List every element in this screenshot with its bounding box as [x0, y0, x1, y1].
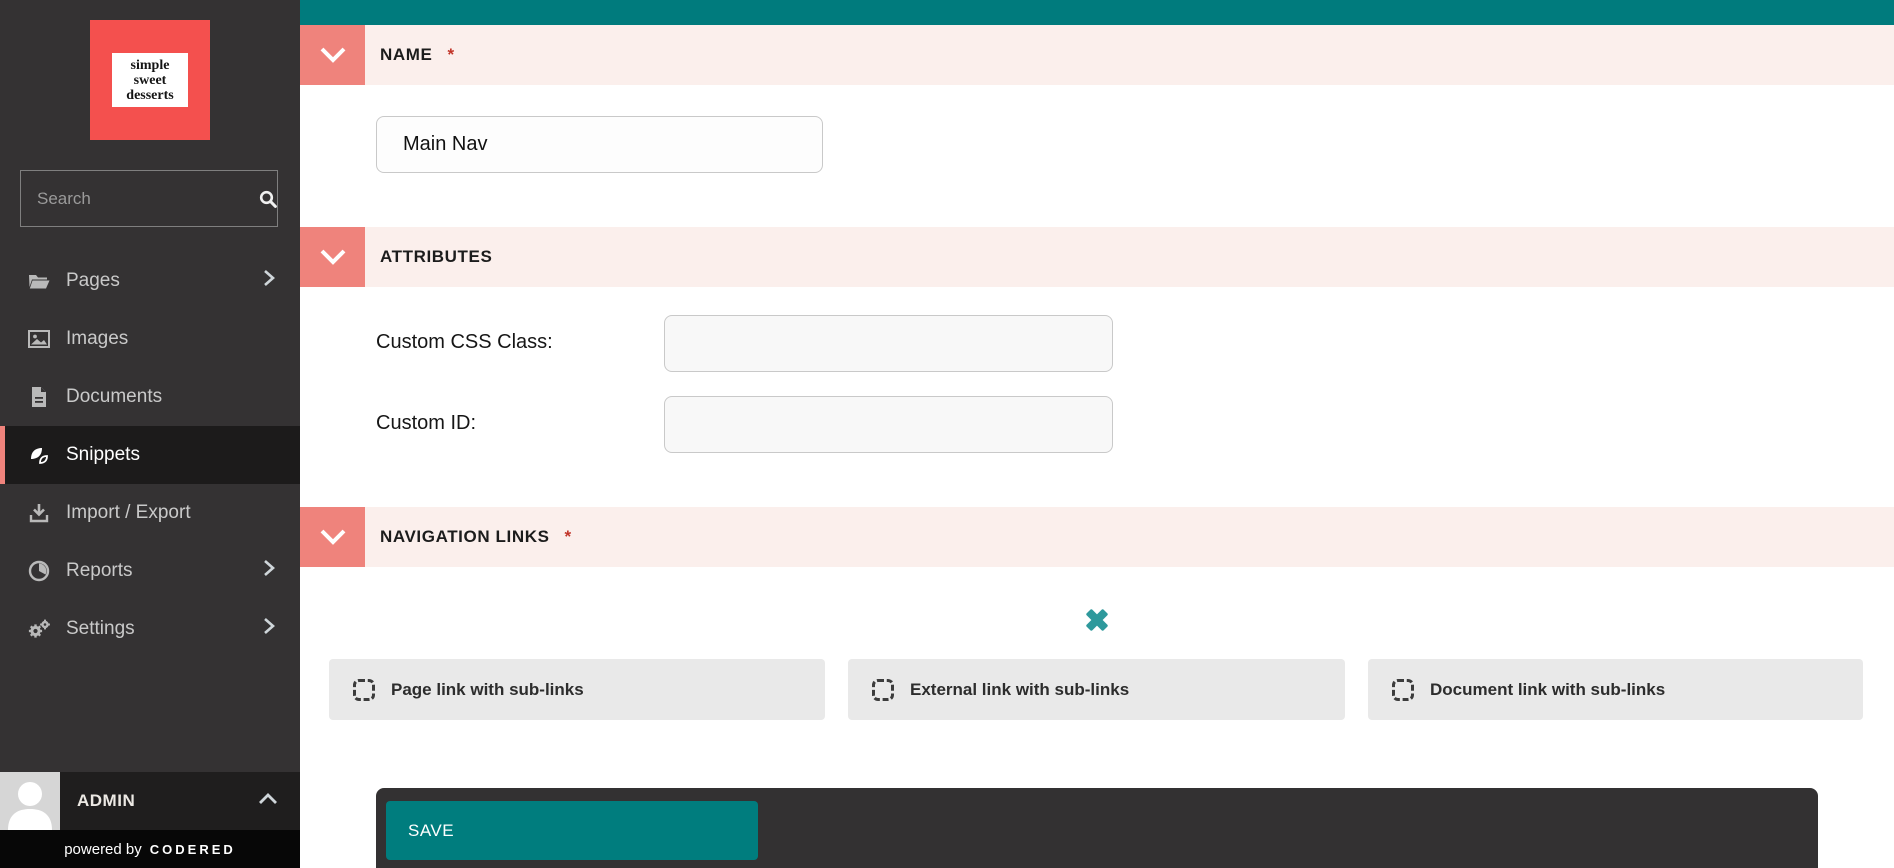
delete-block-x-icon[interactable]	[1084, 607, 1110, 633]
custom-id-label: Custom ID:	[376, 412, 477, 434]
powered-by-text: powered by	[64, 840, 142, 858]
page-header-bar	[300, 0, 1894, 25]
add-document-link-button[interactable]: Document link with sub-links	[1368, 659, 1863, 720]
avatar	[0, 772, 60, 830]
codered-brand-logo: CodeRed	[149, 841, 236, 857]
logo-line: sweet	[133, 72, 167, 88]
collapse-toggle-button[interactable]	[300, 25, 365, 85]
app-window: simple sweet desserts Search Pages Image…	[0, 0, 1894, 868]
chevron-down-icon	[320, 529, 345, 545]
add-block-label: External link with sub-links	[910, 679, 1130, 699]
required-asterisk: *	[564, 527, 572, 546]
chevron-up-icon	[258, 792, 278, 810]
settings-gears-icon	[26, 618, 52, 640]
sidebar-item-reports[interactable]: Reports	[0, 542, 300, 600]
collapse-toggle-button[interactable]	[300, 507, 365, 567]
save-button[interactable]: SAVE	[386, 801, 758, 860]
image-icon	[26, 328, 52, 350]
section-header-name: NAME *	[300, 25, 1894, 85]
form-actions-bar: SAVE	[376, 788, 1818, 868]
add-external-link-button[interactable]: External link with sub-links	[848, 659, 1345, 720]
download-icon	[26, 502, 52, 524]
logo-line: simple	[130, 57, 170, 73]
chevron-down-icon	[320, 249, 345, 265]
sidebar-item-label: Documents	[66, 386, 163, 407]
chevron-right-icon	[262, 559, 276, 583]
custom-css-class-field[interactable]	[664, 315, 1113, 372]
dashed-square-icon	[1392, 678, 1414, 701]
sidebar-item-snippets[interactable]: Snippets	[0, 426, 300, 484]
sidebar-item-label: Images	[66, 328, 129, 349]
sidebar-item-settings[interactable]: Settings	[0, 600, 300, 658]
admin-account-toggle[interactable]: ADMIN	[0, 772, 300, 830]
sidebar: simple sweet desserts Search Pages Image…	[0, 0, 300, 868]
add-block-label: Document link with sub-links	[1430, 679, 1666, 699]
logo-line: desserts	[126, 87, 174, 103]
add-block-label: Page link with sub-links	[391, 679, 584, 699]
section-title: NAVIGATION LINKS *	[380, 527, 572, 546]
sidebar-item-label: Pages	[66, 270, 120, 291]
sidebar-item-import-export[interactable]: Import / Export	[0, 484, 300, 542]
admin-username: ADMIN	[77, 791, 136, 810]
sidebar-item-images[interactable]: Images	[0, 310, 300, 368]
powered-by-footer: powered by CodeRed	[0, 830, 300, 868]
dashed-square-icon	[872, 678, 894, 701]
section-title: NAME *	[380, 45, 455, 64]
collapse-toggle-button[interactable]	[300, 227, 365, 287]
search-icon[interactable]	[258, 189, 278, 209]
custom-css-class-label: Custom CSS Class:	[376, 331, 553, 353]
document-icon	[26, 386, 52, 408]
section-title: ATTRIBUTES	[380, 247, 493, 266]
section-header-navigation-links: NAVIGATION LINKS *	[300, 507, 1894, 567]
sidebar-item-documents[interactable]: Documents	[0, 368, 300, 426]
site-logo: simple sweet desserts	[90, 20, 210, 140]
sidebar-search	[20, 170, 278, 227]
chevron-right-icon	[262, 269, 276, 293]
sidebar-item-label: Settings	[66, 618, 135, 639]
sidebar-item-label: Import / Export	[66, 502, 191, 523]
reports-icon	[26, 560, 52, 582]
section-header-attributes: ATTRIBUTES	[300, 227, 1894, 287]
sidebar-item-label: Reports	[66, 560, 133, 581]
name-field[interactable]	[376, 116, 823, 173]
chevron-down-icon	[320, 47, 345, 63]
sidebar-item-pages[interactable]: Pages	[0, 252, 300, 310]
site-logo-text: simple sweet desserts	[112, 53, 188, 107]
dashed-square-icon	[353, 678, 375, 701]
custom-id-field[interactable]	[664, 396, 1113, 453]
search-input[interactable]	[37, 188, 258, 209]
sidebar-item-label: Snippets	[66, 444, 140, 465]
chevron-right-icon	[262, 617, 276, 641]
folder-icon	[26, 270, 52, 292]
required-asterisk: *	[447, 45, 455, 64]
add-page-link-button[interactable]: Page link with sub-links	[329, 659, 825, 720]
sidebar-menu: Pages Images Documents Snippets Import /…	[0, 252, 300, 658]
snippets-icon	[26, 444, 52, 466]
